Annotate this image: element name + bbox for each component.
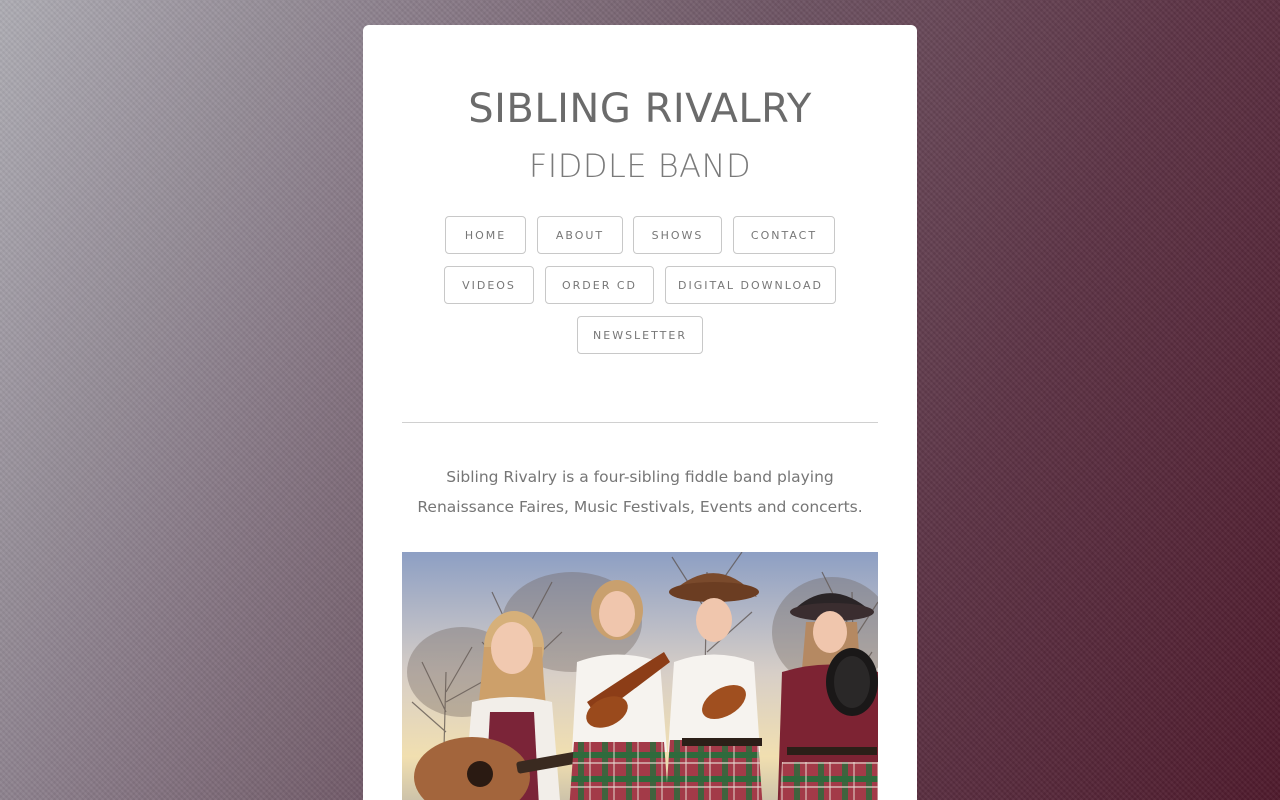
nav-videos-button[interactable]: VIDEOS — [444, 266, 534, 304]
nav-shows-button[interactable]: SHOWS — [633, 216, 722, 254]
site-title[interactable]: SIBLING RIVALRY — [363, 89, 917, 129]
section-divider — [402, 422, 878, 423]
nav-digital-download-button[interactable]: DIGITAL DOWNLOAD — [665, 266, 836, 304]
band-photo — [402, 552, 878, 800]
intro-text: Sibling Rivalry is a four-sibling fiddle… — [417, 468, 863, 516]
nav-about-button[interactable]: ABOUT — [537, 216, 623, 254]
site-subtitle: FIDDLE BAND — [528, 147, 752, 185]
nav-contact-button[interactable]: CONTACT — [733, 216, 835, 254]
nav-newsletter-button[interactable]: NEWSLETTER — [577, 316, 703, 354]
nav-home-button[interactable]: HOME — [445, 216, 526, 254]
content-card: SIBLING RIVALRY FIDDLE BAND HOME ABOUT S… — [363, 25, 917, 800]
nav-order-cd-button[interactable]: ORDER CD — [545, 266, 654, 304]
